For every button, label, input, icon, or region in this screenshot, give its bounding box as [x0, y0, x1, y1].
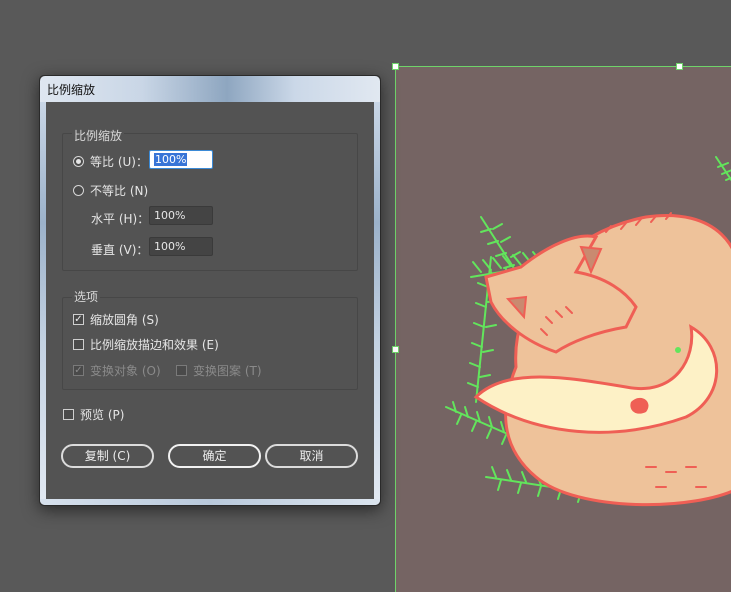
uniform-label: 等比 (U)： [90, 155, 148, 169]
options-group-title: 选项 [72, 288, 101, 305]
copy-button[interactable]: 复制 (C) [61, 444, 154, 468]
uniform-radio[interactable] [73, 156, 84, 167]
vertical-input[interactable]: 100% [149, 237, 213, 256]
transform-objects-checkbox: ✓ [73, 365, 84, 376]
uniform-option[interactable]: 等比 (U)： [73, 153, 148, 170]
preview-option[interactable]: 预览 (P) [63, 406, 124, 423]
vertical-label: 垂直 (V)： [91, 243, 149, 257]
scale-group-title: 比例缩放 [72, 127, 125, 144]
transform-patterns-option: 变换图案 (T) [176, 362, 262, 379]
artboard[interactable] [392, 63, 731, 592]
sleeping-fox-artwork[interactable] [396, 67, 731, 592]
nonuniform-option[interactable]: 不等比 (N) [73, 182, 148, 199]
scale-strokes-checkbox[interactable] [73, 339, 84, 350]
uniform-input-value: 100% [154, 153, 188, 166]
scale-corners-checkbox[interactable]: ✓ [73, 314, 84, 325]
transform-objects-label: 变换对象 (O) [90, 364, 161, 378]
horizontal-input[interactable]: 100% [149, 206, 213, 225]
selection-handle-top-middle[interactable] [676, 63, 683, 70]
transform-patterns-label: 变换图案 (T) [193, 364, 262, 378]
selection-handle-top-left[interactable] [392, 63, 399, 70]
dialog-content: 比例缩放 等比 (U)： 100% 不等比 (N) 水平 (H)： 100% 垂… [46, 102, 374, 499]
scale-corners-label: 缩放圆角 (S) [90, 313, 159, 327]
scale-corners-option[interactable]: ✓ 缩放圆角 (S) [73, 311, 159, 328]
transform-objects-option: ✓ 变换对象 (O) [73, 362, 161, 379]
dialog-frame-bottom [40, 499, 380, 505]
uniform-input[interactable]: 100% [149, 150, 213, 169]
nonuniform-label: 不等比 (N) [90, 184, 149, 198]
ok-button[interactable]: 确定 [168, 444, 261, 468]
horizontal-row: 水平 (H)： [91, 210, 149, 227]
dialog-frame-right [374, 102, 380, 505]
scale-strokes-option[interactable]: 比例缩放描边和效果 (E) [73, 336, 219, 353]
nonuniform-radio[interactable] [73, 185, 84, 196]
scale-strokes-label: 比例缩放描边和效果 (E) [90, 338, 219, 352]
horizontal-label: 水平 (H)： [91, 212, 150, 226]
cancel-button[interactable]: 取消 [265, 444, 358, 468]
transform-patterns-checkbox [176, 365, 187, 376]
selection-handle-middle-left[interactable] [392, 346, 399, 353]
preview-label: 预览 (P) [80, 408, 125, 422]
vertical-row: 垂直 (V)： [91, 241, 148, 258]
dialog-title: 比例缩放 [47, 83, 96, 97]
scale-dialog: 比例缩放 比例缩放 等比 (U)： 100% 不等比 (N) 水平 (H)： 1… [39, 75, 381, 506]
preview-checkbox[interactable] [63, 409, 74, 420]
dialog-titlebar[interactable]: 比例缩放 [40, 76, 380, 102]
